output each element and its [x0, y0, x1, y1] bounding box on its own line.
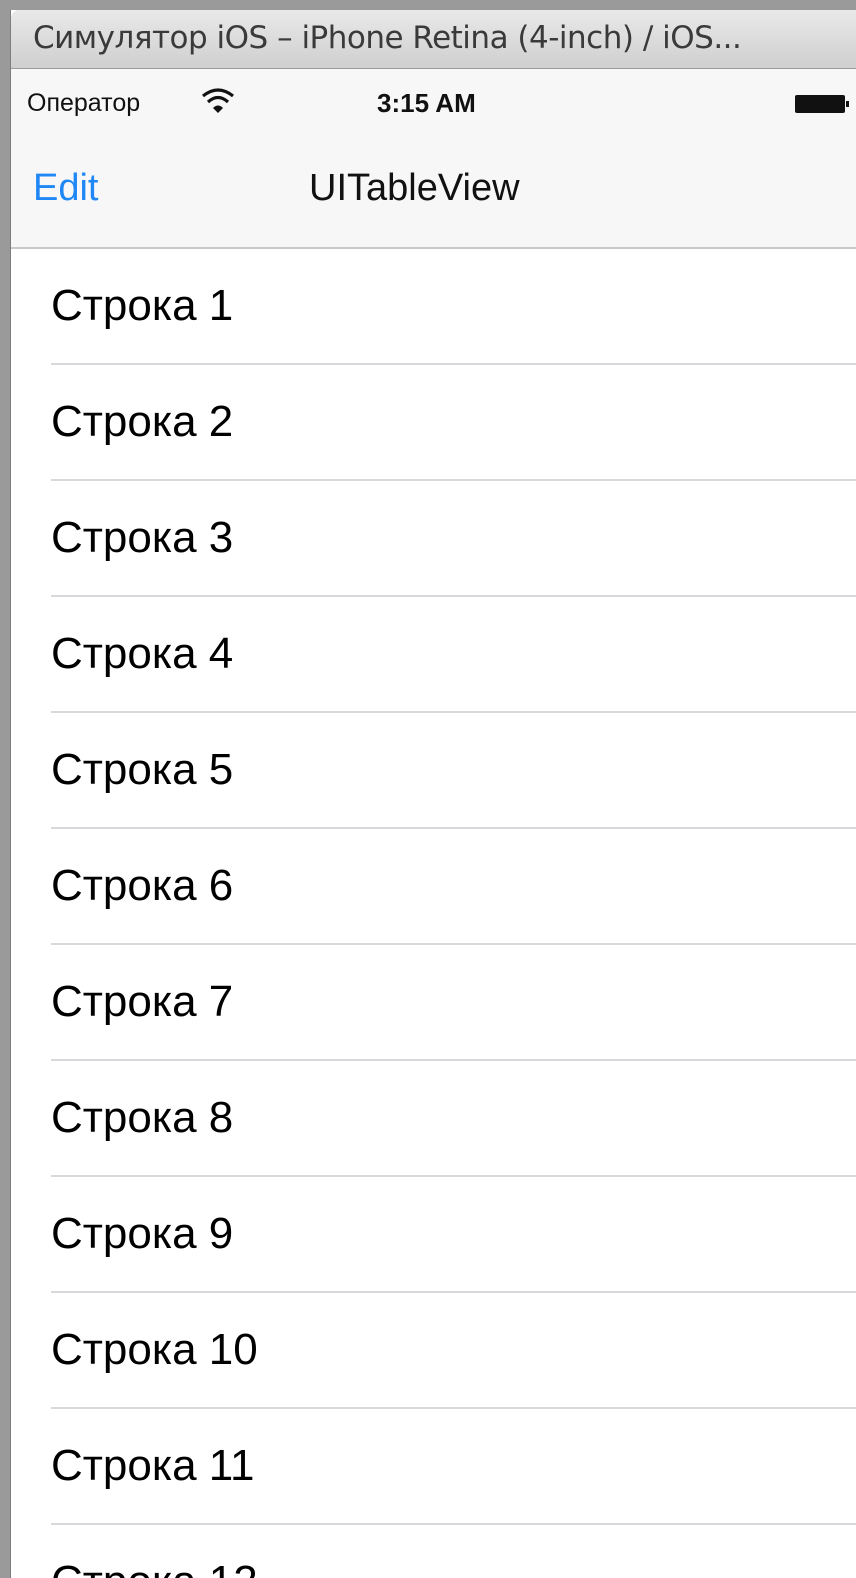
- status-carrier: Оператор: [27, 89, 141, 117]
- window-titlebar[interactable]: Симулятор iOS – iPhone Retina (4-inch) /…: [11, 10, 856, 69]
- table-row[interactable]: Строка 4: [11, 597, 856, 713]
- table-row[interactable]: Строка 6: [11, 829, 856, 945]
- wifi-icon: [202, 88, 234, 113]
- simulator-window: Симулятор iOS – iPhone Retina (4-inch) /…: [10, 10, 856, 1578]
- table-row-label: Строка 8: [51, 1093, 234, 1142]
- table-row[interactable]: Строка 7: [11, 945, 856, 1061]
- table-row-label: Строка 12: [51, 1557, 258, 1578]
- table-row-label: Строка 1: [51, 281, 234, 330]
- table-row[interactable]: Строка 11: [11, 1409, 856, 1525]
- table-row[interactable]: Строка 10: [11, 1293, 856, 1409]
- table-row-label: Строка 5: [51, 745, 234, 794]
- table-row-label: Строка 6: [51, 861, 234, 910]
- table-row[interactable]: Строка 5: [11, 713, 856, 829]
- nav-title: UITableView: [309, 167, 520, 209]
- table-row-label: Строка 10: [51, 1325, 258, 1374]
- table-row[interactable]: Строка 1: [11, 249, 856, 365]
- table-row[interactable]: Строка 3: [11, 481, 856, 597]
- table-row-label: Строка 11: [51, 1441, 255, 1490]
- table-row[interactable]: Строка 12: [11, 1525, 856, 1578]
- window-title: Симулятор iOS – iPhone Retina (4-inch) /…: [33, 20, 742, 56]
- edit-button[interactable]: Edit: [33, 167, 98, 210]
- table-row-label: Строка 3: [51, 513, 234, 562]
- table-row[interactable]: Строка 8: [11, 1061, 856, 1177]
- table-row-label: Строка 9: [51, 1209, 234, 1258]
- table-row-label: Строка 2: [51, 397, 234, 446]
- navigation-area: Оператор 3:15 AM Edit UITableView: [11, 69, 856, 249]
- table-view[interactable]: Строка 1 Строка 2 Строка 3 Строка 4 Строка 5…: [11, 249, 856, 1578]
- table-row-label: Строка 4: [51, 629, 234, 678]
- status-time: 3:15 AM: [377, 88, 476, 118]
- table-row[interactable]: Строка 9: [11, 1177, 856, 1293]
- table-row-label: Строка 7: [51, 977, 234, 1026]
- battery-icon: [795, 95, 849, 113]
- table-row[interactable]: Строка 2: [11, 365, 856, 481]
